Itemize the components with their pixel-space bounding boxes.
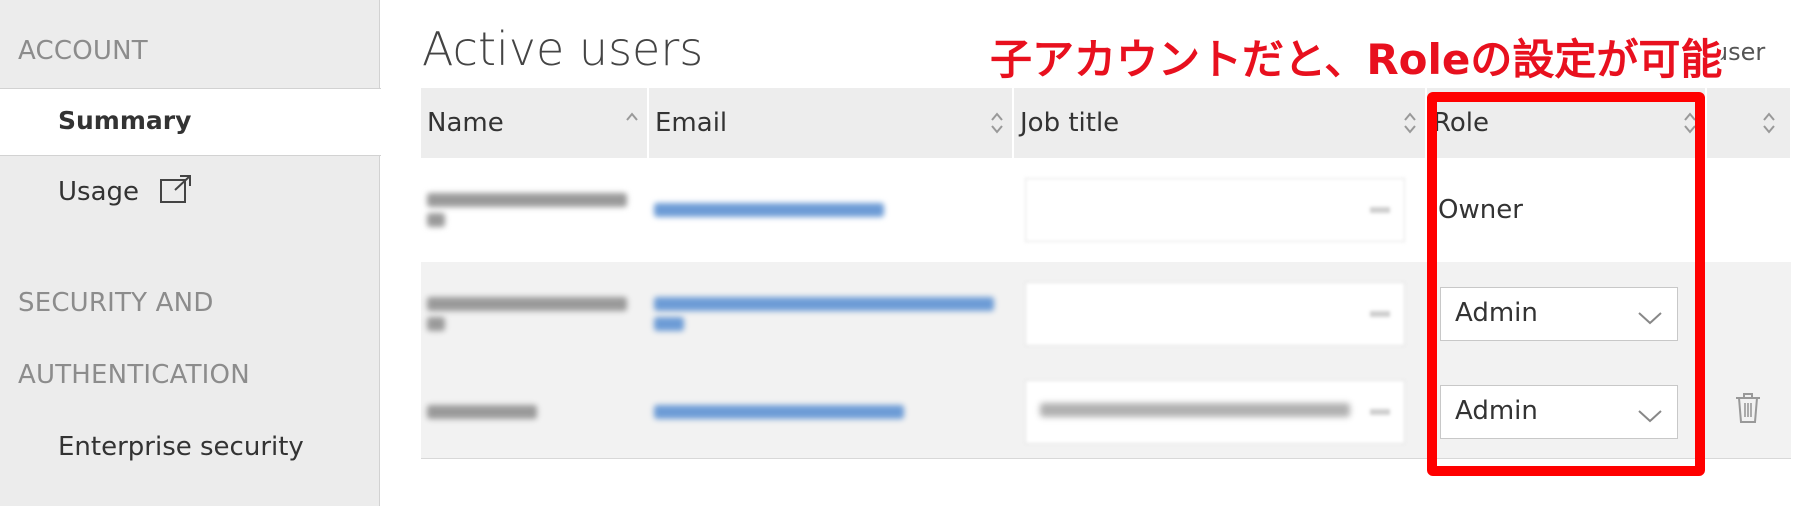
trash-icon[interactable] xyxy=(1734,392,1762,431)
sidebar-item-summary[interactable]: Summary xyxy=(0,88,381,156)
annotation-highlight-box xyxy=(1427,92,1705,476)
user-job-cell xyxy=(1013,366,1426,459)
blurred-name xyxy=(427,404,537,419)
sort-icon[interactable] xyxy=(1762,110,1776,136)
blurred-name xyxy=(427,213,445,227)
blurred-email xyxy=(654,404,904,419)
sort-icon[interactable] xyxy=(625,110,639,136)
user-job-cell xyxy=(1013,262,1426,366)
sort-icon[interactable] xyxy=(990,110,1004,136)
annotation-text: 子アカウントだと、Roleの設定が可能 xyxy=(990,35,1723,84)
external-link-icon xyxy=(159,174,193,211)
user-name-cell xyxy=(421,262,648,366)
column-header-actions[interactable] xyxy=(1706,88,1792,158)
user-email-cell[interactable] xyxy=(648,158,1013,262)
page-title: Active users xyxy=(422,22,704,76)
sidebar-item-usage[interactable]: Usage xyxy=(58,174,193,211)
user-actions-cell xyxy=(1706,366,1791,459)
sort-icon[interactable] xyxy=(1403,110,1417,136)
blurred-email xyxy=(654,317,684,331)
sidebar-item-label: Usage xyxy=(58,177,140,207)
sidebar-item-enterprise-security[interactable]: Enterprise security xyxy=(58,432,304,462)
user-actions-cell xyxy=(1706,158,1791,262)
sidebar-section-account: ACCOUNT xyxy=(18,36,148,66)
column-header-job-title[interactable]: Job title xyxy=(1013,88,1427,158)
blurred-email xyxy=(654,203,884,217)
blurred-name xyxy=(427,317,445,331)
column-header-email[interactable]: Email xyxy=(648,88,1014,158)
job-title-input[interactable] xyxy=(1025,178,1405,242)
job-title-input[interactable] xyxy=(1025,379,1405,444)
user-actions-cell xyxy=(1706,262,1791,366)
user-email-cell[interactable] xyxy=(648,262,1013,366)
sidebar-item-label: Summary xyxy=(58,106,192,135)
sidebar-section-security: SECURITY AND xyxy=(18,288,214,318)
job-title-input[interactable] xyxy=(1025,282,1405,346)
column-header-name[interactable]: Name xyxy=(421,88,649,158)
sidebar-item-label: Enterprise security xyxy=(58,432,304,462)
blurred-email xyxy=(654,297,994,311)
blurred-name xyxy=(427,297,627,311)
blurred-name xyxy=(427,193,627,207)
user-name-cell xyxy=(421,366,648,459)
sidebar: ACCOUNT Summary Usage SECURITY AND AUTHE… xyxy=(0,0,381,506)
user-job-cell xyxy=(1013,158,1426,262)
user-email-cell[interactable] xyxy=(648,366,1013,459)
sidebar-section-authentication: AUTHENTICATION xyxy=(18,360,250,390)
blurred-job-title xyxy=(1040,402,1350,417)
user-name-cell xyxy=(421,158,648,262)
